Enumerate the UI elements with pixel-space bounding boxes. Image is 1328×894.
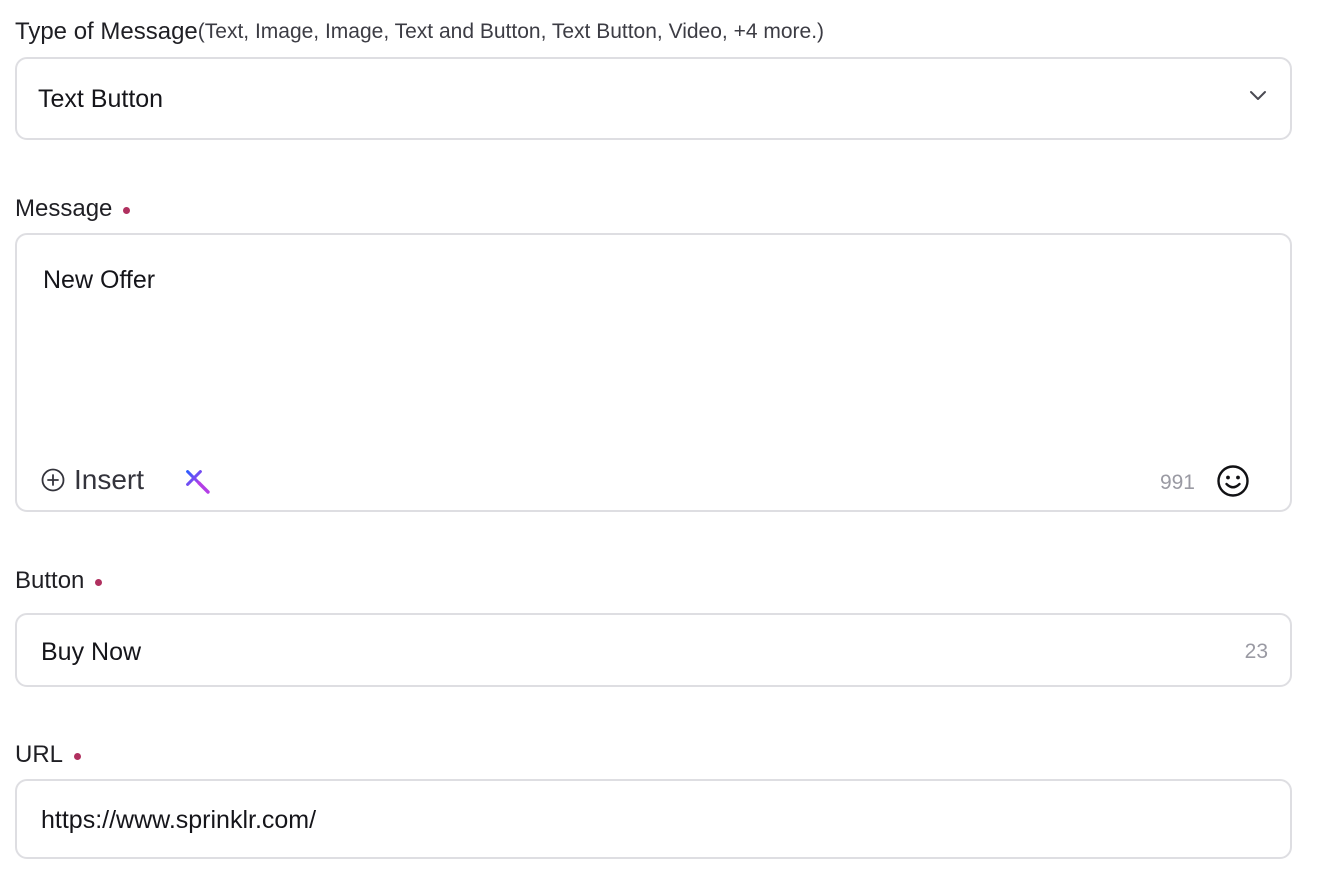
message-text[interactable]: New Offer (43, 266, 155, 295)
message-type-selected-value: Text Button (38, 85, 164, 113)
emoji-smile-icon[interactable] (1216, 464, 1250, 498)
insert-button[interactable]: Insert (41, 464, 144, 496)
message-textarea[interactable]: New Offer Insert 991 (15, 233, 1292, 512)
sparkle-wand-icon[interactable] (183, 467, 211, 495)
url-label: URL (15, 741, 82, 769)
button-text-input[interactable]: Buy Now 23 (15, 613, 1292, 687)
button-text-value[interactable]: Buy Now (41, 638, 141, 667)
chevron-down-icon[interactable] (1248, 89, 1268, 103)
message-char-count: 991 (1159, 471, 1195, 494)
button-label: Button (15, 567, 103, 595)
message-type-select[interactable]: Text Button (15, 57, 1292, 140)
url-label-text: URL (15, 741, 64, 768)
type-of-message-label-text: Type of Message (15, 18, 198, 45)
url-value[interactable]: https://www.sprinklr.com/ (41, 806, 316, 835)
message-label: Message (15, 195, 131, 223)
message-label-text: Message (15, 195, 113, 222)
button-char-count: 23 (1244, 640, 1268, 663)
url-input[interactable]: https://www.sprinklr.com/ (15, 779, 1292, 859)
required-indicator (123, 206, 131, 214)
required-indicator (95, 578, 103, 586)
button-label-text: Button (15, 567, 85, 594)
plus-circle-icon (41, 468, 65, 492)
type-of-message-label: Type of Message (Text, Image, Image, Text… (15, 18, 824, 46)
insert-button-label: Insert (74, 464, 145, 495)
type-of-message-hint: (Text, Image, Image, Text and Button, Te… (197, 20, 825, 43)
required-indicator (74, 752, 82, 760)
